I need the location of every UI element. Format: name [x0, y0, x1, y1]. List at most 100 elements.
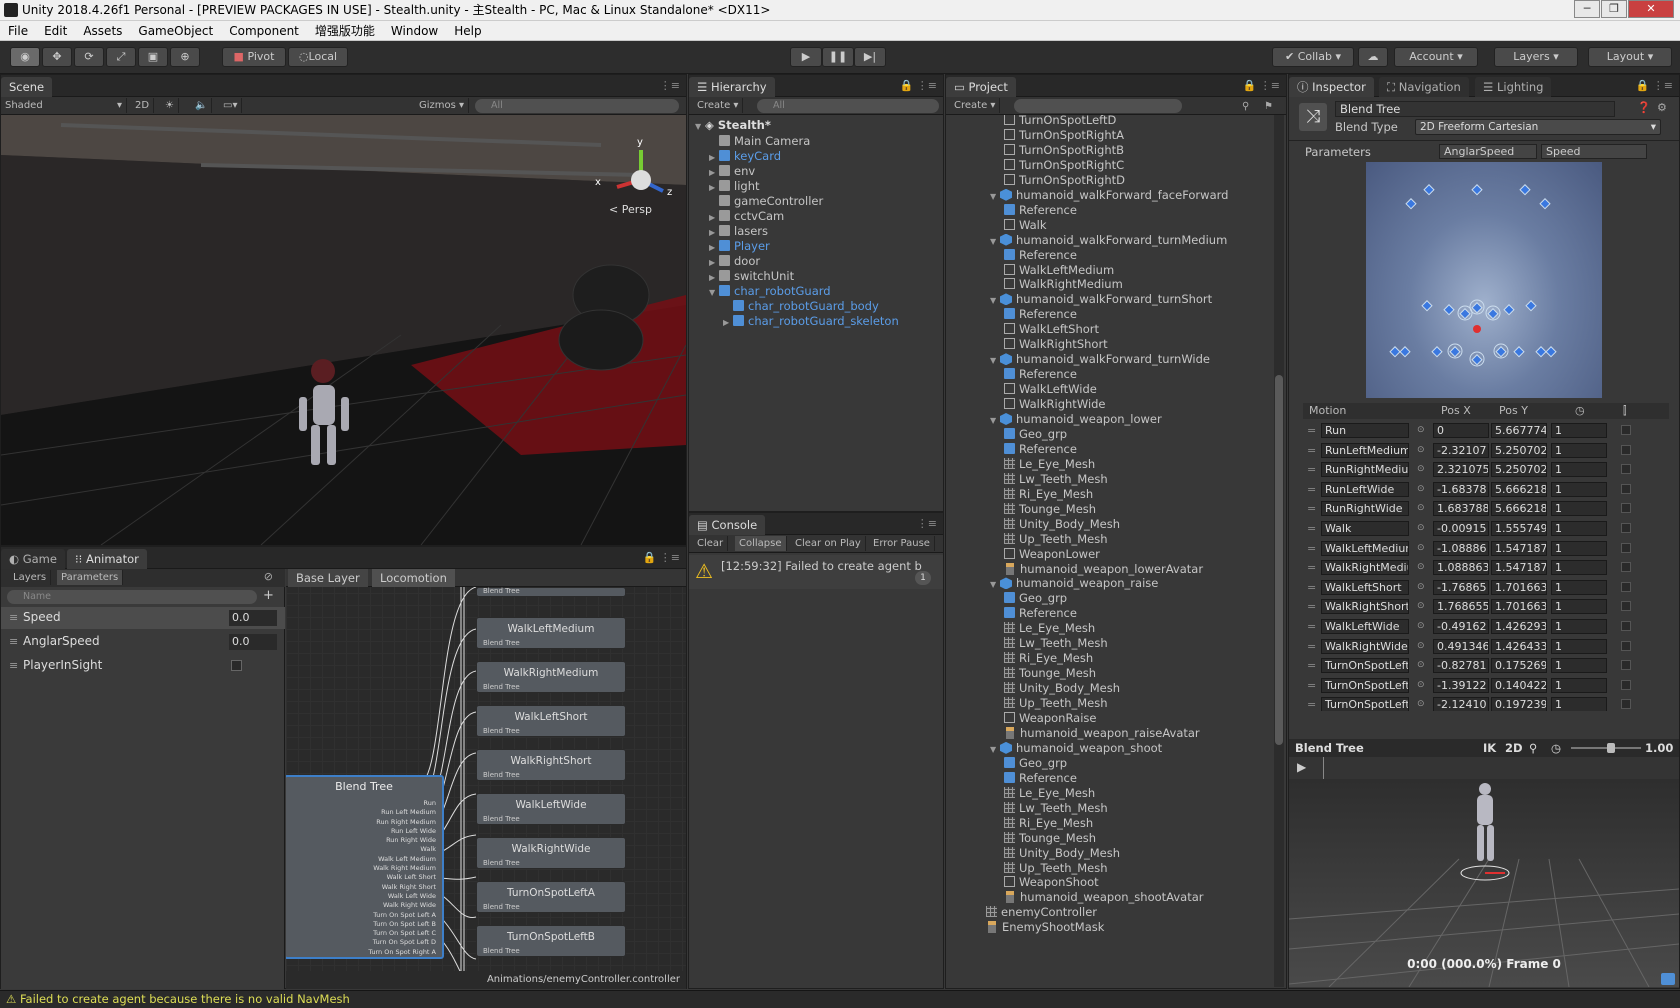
gizmos-dropdown[interactable]: Gizmos ▾ — [415, 98, 470, 113]
tab-scene[interactable]: Scene — [1, 77, 53, 97]
speed-field[interactable]: 1 — [1551, 560, 1607, 576]
mirror-checkbox[interactable] — [1621, 601, 1631, 612]
drag-handle-icon[interactable]: = — [1307, 539, 1316, 558]
pos-x-field[interactable]: -0.82781 — [1433, 658, 1489, 674]
tab-lighting[interactable]: ☰ Lighting — [1475, 77, 1552, 97]
shading-dropdown[interactable]: Shaded ▾ — [1, 98, 127, 113]
motion-clip-field[interactable]: WalkLeftMedium — [1321, 540, 1409, 556]
hierarchy-item[interactable]: gameController — [709, 193, 823, 209]
project-item[interactable]: Geo_grp — [1004, 755, 1067, 771]
rect-tool-button[interactable]: ▣ — [138, 47, 168, 67]
blend-node[interactable]: WalkRightMedium Blend Tree — [476, 661, 626, 693]
blend-node[interactable]: TurnOnSpotLeftA Blend Tree — [476, 881, 626, 913]
motion-clip-field[interactable]: Run — [1321, 423, 1409, 438]
filter-type-icon[interactable]: ⚲ — [1242, 98, 1249, 115]
create-dropdown[interactable]: Create ▾ — [693, 98, 744, 113]
clear-button[interactable]: Clear — [693, 536, 729, 551]
project-item[interactable]: Reference — [1004, 770, 1077, 786]
mirror-checkbox[interactable] — [1621, 660, 1631, 671]
project-item[interactable]: Reference — [1004, 247, 1077, 263]
pos-x-field[interactable]: -2.32107 — [1433, 442, 1489, 458]
param-search-input[interactable]: Name — [7, 590, 257, 604]
rotate-tool-button[interactable]: ⟳ — [74, 47, 104, 67]
slider-thumb[interactable] — [1607, 743, 1615, 753]
speed-field[interactable]: 1 — [1551, 462, 1607, 478]
hierarchy-item[interactable]: Main Camera — [709, 133, 810, 149]
object-picker-icon[interactable]: ⊙ — [1417, 558, 1425, 577]
scene-search-input[interactable]: All — [475, 99, 679, 113]
motion-row[interactable]: = RunRightMedium ⊙ 2.3210755.2507021 — [1303, 460, 1641, 480]
panel-menu-icon[interactable]: 🔒 ⋮≡ — [1636, 79, 1673, 92]
pos-y-field[interactable]: 1.426433 — [1491, 638, 1547, 654]
object-picker-icon[interactable]: ⊙ — [1417, 597, 1425, 616]
project-item[interactable]: WalkRightShort — [1004, 336, 1108, 352]
project-item[interactable]: enemyController — [976, 904, 1097, 920]
pivot-preview-icon[interactable]: ⚲ — [1529, 739, 1537, 757]
drag-handle-icon[interactable]: = — [1307, 617, 1316, 636]
clear-on-play-button[interactable]: Clear on Play — [791, 536, 866, 551]
hierarchy-item[interactable]: ▶ cctvCam — [709, 208, 784, 224]
expand-arrow-icon[interactable]: ▼ — [990, 353, 1000, 369]
pos-y-field[interactable]: 0.140422 — [1491, 677, 1547, 693]
mirror-checkbox[interactable] — [1621, 542, 1631, 553]
project-item[interactable]: Lw_Teeth_Mesh — [1004, 471, 1108, 487]
project-item[interactable]: ▼ humanoid_weapon_raise — [990, 575, 1158, 591]
project-item[interactable]: ▼ humanoid_weapon_lower — [990, 411, 1162, 427]
motion-clip-field[interactable]: RunRightWide — [1321, 501, 1409, 517]
expand-arrow-icon[interactable]: ▼ — [990, 234, 1000, 250]
speed-field[interactable]: 1 — [1551, 423, 1607, 438]
scene-root[interactable]: ▼ ◈ Stealth* — [695, 117, 771, 133]
menu-component[interactable]: Component — [221, 21, 307, 41]
pos-x-field[interactable]: 1.768655 — [1433, 599, 1489, 615]
pos-x-field[interactable]: 1.088863 — [1433, 560, 1489, 576]
animator-graph[interactable]: Base Layer Locomotion Blend Tree WalkLef… — [286, 569, 686, 989]
move-tool-button[interactable]: ✥ — [42, 47, 72, 67]
motion-row[interactable]: = Walk ⊙ -0.00915 1.555749 1 — [1303, 519, 1641, 539]
object-picker-icon[interactable]: ⊙ — [1417, 656, 1425, 675]
param-row-anglarspeed[interactable]: ≡ AnglarSpeed 0.0 — [1, 631, 285, 653]
preview-viewport[interactable]: 0:00 (000.0%) Frame 0 — [1289, 779, 1679, 987]
project-item[interactable]: Ri_Eye_Mesh — [1004, 650, 1093, 666]
pos-y-field[interactable]: 1.701663 — [1491, 599, 1547, 615]
menu-gameobject[interactable]: GameObject — [130, 21, 221, 41]
motion-clip-field[interactable]: TurnOnSpotLeftA — [1321, 658, 1409, 674]
audio-toggle[interactable]: 🔈 — [191, 98, 213, 113]
project-search-input[interactable] — [1014, 99, 1182, 113]
project-item[interactable]: TurnOnSpotRightA — [1004, 127, 1124, 143]
project-item[interactable]: Tounge_Mesh — [1004, 665, 1096, 681]
play-button[interactable]: ▶ — [790, 47, 822, 67]
console-entry[interactable]: ⚠ [12:59:32] Failed to create agent b 1 — [689, 555, 943, 589]
preview-2d-toggle[interactable]: 2D — [1505, 739, 1523, 757]
speed-field[interactable]: 1 — [1551, 521, 1607, 536]
project-item[interactable]: Lw_Teeth_Mesh — [1004, 635, 1108, 651]
speed-field[interactable]: 1 — [1551, 697, 1607, 711]
drag-handle-icon[interactable]: = — [1307, 480, 1316, 499]
expand-arrow-icon[interactable]: ▶ — [723, 315, 733, 331]
project-item[interactable]: Unity_Body_Mesh — [1004, 845, 1120, 861]
project-item[interactable]: TurnOnSpotRightD — [1004, 172, 1125, 188]
layout-dropdown[interactable]: Layout ▾ — [1588, 47, 1672, 67]
panel-menu-icon[interactable]: ⋮≡ — [660, 79, 680, 92]
tab-navigation[interactable]: ⛶ Navigation — [1379, 77, 1469, 97]
project-item[interactable]: WalkLeftShort — [1004, 321, 1099, 337]
hierarchy-item[interactable]: ▶ lasers — [709, 223, 768, 239]
drag-handle-icon[interactable]: = — [1307, 637, 1316, 656]
project-item[interactable]: Walk — [1004, 217, 1047, 233]
hierarchy-item[interactable]: ▶ char_robotGuard_skeleton — [723, 313, 899, 329]
motion-clip-field[interactable]: TurnOnSpotLeftB — [1321, 677, 1409, 693]
object-picker-icon[interactable]: ⊙ — [1417, 519, 1425, 538]
hierarchy-item[interactable]: ▼ char_robotGuard — [709, 283, 831, 299]
project-item[interactable]: Ri_Eye_Mesh — [1004, 815, 1093, 831]
drag-handle-icon[interactable]: = — [1307, 519, 1316, 538]
project-item[interactable]: Ri_Eye_Mesh — [1004, 486, 1093, 502]
motion-clip-field[interactable]: RunRightMedium — [1321, 462, 1409, 478]
local-toggle[interactable]: ◌Local — [288, 47, 348, 67]
project-item[interactable]: Le_Eye_Mesh — [1004, 785, 1095, 801]
project-item[interactable]: ▼ humanoid_weapon_shoot — [990, 740, 1162, 756]
project-item[interactable]: WalkLeftWide — [1004, 381, 1097, 397]
drag-handle-icon[interactable]: = — [1307, 578, 1316, 597]
motion-row[interactable]: = TurnOnSpotLeftB ⊙ -1.39122 0.140422 1 — [1303, 676, 1641, 696]
motion-row[interactable]: = WalkRightShort ⊙ 1.768655 1.701663 1 — [1303, 597, 1641, 617]
expand-arrow-icon[interactable]: ▼ — [990, 577, 1000, 593]
pos-y-field[interactable]: 0.197239 — [1491, 697, 1547, 711]
